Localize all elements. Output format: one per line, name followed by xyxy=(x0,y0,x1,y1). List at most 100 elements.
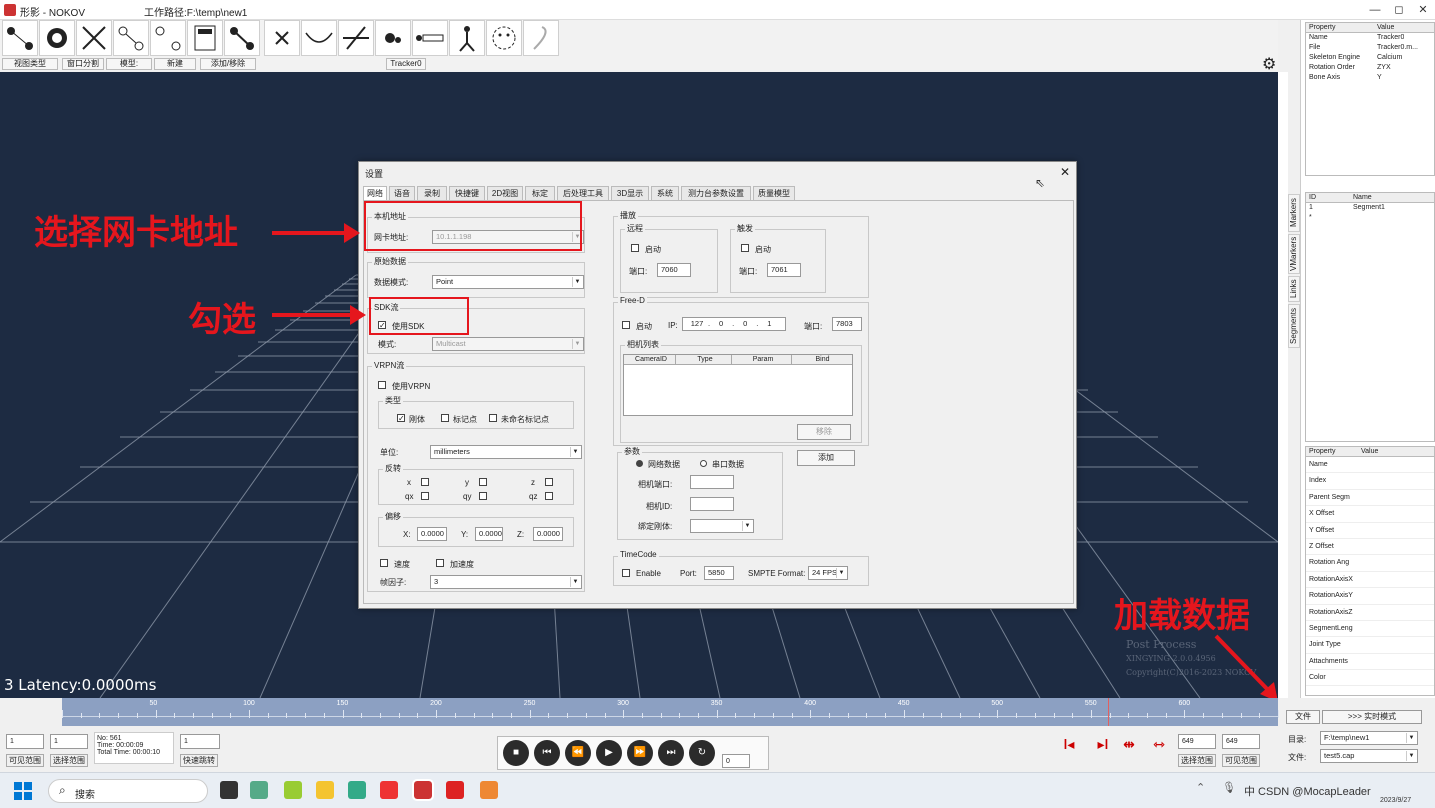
seg-prop-row[interactable]: X Offset xyxy=(1306,506,1434,523)
app-icon-4[interactable] xyxy=(446,781,464,799)
list-item[interactable]: * xyxy=(1306,213,1434,223)
invert-qy-checkbox[interactable] xyxy=(479,492,487,500)
app-icon-1[interactable] xyxy=(250,781,268,799)
tool-face-icon[interactable] xyxy=(486,20,522,56)
step-back-icon[interactable]: ⏪ xyxy=(565,740,591,766)
use-vrpn-checkbox[interactable] xyxy=(378,381,386,389)
tab-record[interactable]: 录制 xyxy=(417,186,447,200)
accel-checkbox[interactable] xyxy=(436,559,444,567)
seg-prop-row[interactable]: RotationAxisX xyxy=(1306,572,1434,589)
invert-x-checkbox[interactable] xyxy=(421,478,429,486)
tool-cut-icon[interactable] xyxy=(338,20,374,56)
data-mode-select[interactable]: Point ▼ xyxy=(432,275,584,289)
file-select[interactable]: test5.cap ▼ xyxy=(1320,749,1418,763)
close-icon[interactable]: ✕ xyxy=(1060,165,1070,179)
tool-unlink-icon[interactable] xyxy=(150,20,186,56)
tab-3d-display[interactable]: 3D显示 xyxy=(611,186,649,200)
invert-z-checkbox[interactable] xyxy=(545,478,553,486)
tab-calibrate[interactable]: 标定 xyxy=(525,186,555,200)
tool-camera-icon[interactable] xyxy=(375,20,411,56)
cam-id-input[interactable] xyxy=(690,497,734,511)
step-forward-icon[interactable]: ⏩ xyxy=(627,740,653,766)
seg-prop-row[interactable]: Color xyxy=(1306,670,1434,687)
tool-calculator-icon[interactable] xyxy=(187,20,223,56)
dir-select[interactable]: F:\temp\new1 ▼ xyxy=(1320,731,1418,745)
tab-system[interactable]: 系统 xyxy=(651,186,679,200)
tab-postprocess[interactable]: 后处理工具 xyxy=(557,186,609,200)
tab-markers[interactable]: Markers xyxy=(1288,194,1300,232)
task-view-icon[interactable] xyxy=(220,781,238,799)
trigger-start-checkbox[interactable] xyxy=(741,244,749,252)
unit-select[interactable]: millimeters ▼ xyxy=(430,445,582,459)
skip-start-icon[interactable]: ⏮ xyxy=(534,740,560,766)
tab-network[interactable]: 网络 xyxy=(363,186,387,200)
net-data-radio[interactable] xyxy=(636,460,643,467)
ip-input[interactable]: 127. 0. 0. 1 xyxy=(682,317,786,331)
remote-port-input[interactable]: 7060 xyxy=(657,263,691,277)
freed-start-checkbox[interactable] xyxy=(622,321,630,329)
seg-prop-row[interactable]: RotationAxisZ xyxy=(1306,605,1434,621)
prop-row[interactable]: File Tracker0.m... xyxy=(1306,43,1434,53)
offset-z-input[interactable]: 0.0000 xyxy=(533,527,563,541)
window-split-label[interactable]: 窗口分割 xyxy=(62,58,104,70)
prop-row[interactable]: Bone Axis Y xyxy=(1306,73,1434,83)
expand-range-icon[interactable]: ⇹ xyxy=(1118,736,1140,762)
prop-row[interactable]: Skeleton Engine Calcium xyxy=(1306,53,1434,63)
skip-end-icon[interactable]: ⏭ xyxy=(658,740,684,766)
tool-bone-icon[interactable] xyxy=(224,20,260,56)
app-icon-5[interactable] xyxy=(480,781,498,799)
bind-select[interactable]: ▼ xyxy=(690,519,754,533)
tool-chain-icon[interactable] xyxy=(412,20,448,56)
seg-prop-row[interactable]: Z Offset xyxy=(1306,539,1434,556)
timecode-enable-checkbox[interactable] xyxy=(622,569,630,577)
tool-person-icon[interactable] xyxy=(449,20,485,56)
trigger-port-input[interactable]: 7061 xyxy=(767,263,801,277)
shrink-range-icon[interactable]: ⇿ xyxy=(1148,736,1170,762)
panel-splitter[interactable] xyxy=(1278,72,1288,698)
timecode-port-input[interactable]: 5850 xyxy=(704,566,734,580)
mark-end-icon[interactable]: ▸ǀ xyxy=(1092,736,1114,762)
invert-y-checkbox[interactable] xyxy=(479,478,487,486)
realtime-mode-button[interactable]: >>> 实时模式 xyxy=(1322,710,1422,724)
type-rigid-checkbox[interactable]: ✓ xyxy=(397,414,405,423)
tool-arc-icon[interactable] xyxy=(523,20,559,56)
frame-factor-select[interactable]: 3 ▼ xyxy=(430,575,582,589)
app-icon-3[interactable] xyxy=(380,781,398,799)
list-item[interactable]: 1 Segment1 xyxy=(1306,203,1434,213)
tool-curve-icon[interactable] xyxy=(301,20,337,56)
view-type-label[interactable]: 视图类型 xyxy=(2,58,58,70)
folder-icon[interactable] xyxy=(316,781,334,799)
visible-end-input[interactable]: 649 xyxy=(1222,734,1260,749)
new-label[interactable]: 新建 xyxy=(154,58,196,70)
search-box[interactable]: ⌕ 搜索 xyxy=(48,779,208,803)
mic-icon[interactable]: 🎙 xyxy=(1222,781,1236,794)
jump-input[interactable]: 1 xyxy=(180,734,220,749)
tab-links[interactable]: Links xyxy=(1288,276,1300,302)
windows-start-icon[interactable] xyxy=(14,782,32,800)
offset-x-input[interactable]: 0.0000 xyxy=(417,527,447,541)
remove-button[interactable]: 移除 xyxy=(797,424,851,440)
seg-prop-row[interactable]: Rotation Ang xyxy=(1306,555,1434,572)
invert-qz-checkbox[interactable] xyxy=(545,492,553,500)
tool-ring-icon[interactable] xyxy=(39,20,75,56)
tool-scissors-icon[interactable] xyxy=(76,20,112,56)
seg-prop-row[interactable]: Joint Type xyxy=(1306,637,1434,654)
select-start-input[interactable]: 1 xyxy=(50,734,88,749)
timeline-ruler[interactable]: 50 100 150 200 250 300 350 400 450 500 550 600 xyxy=(62,698,1279,726)
seg-prop-row[interactable]: SegmentLeng xyxy=(1306,621,1434,638)
invert-qx-checkbox[interactable] xyxy=(421,492,429,500)
tab-2d-view[interactable]: 2D视图 xyxy=(487,186,523,200)
seg-prop-row[interactable]: Name xyxy=(1306,457,1434,474)
smpte-select[interactable]: 24 FPS ▼ xyxy=(808,566,848,580)
type-unnamed-checkbox[interactable] xyxy=(489,414,497,422)
camera-table[interactable]: CameraID Type Param Bind xyxy=(623,354,853,416)
minimize-button[interactable]: — xyxy=(1364,2,1386,18)
sdk-mode-select[interactable]: Multicast ▼ xyxy=(432,337,584,351)
app-icon-2[interactable] xyxy=(284,781,302,799)
edge-icon[interactable] xyxy=(348,781,366,799)
seg-prop-row[interactable]: Attachments xyxy=(1306,654,1434,671)
add-remove-label[interactable]: 添加/移除 xyxy=(200,58,256,70)
chevron-up-icon[interactable]: ⌃ xyxy=(1196,781,1205,794)
serial-data-radio[interactable] xyxy=(700,460,707,467)
file-mode-button[interactable]: 文件 xyxy=(1286,710,1320,724)
